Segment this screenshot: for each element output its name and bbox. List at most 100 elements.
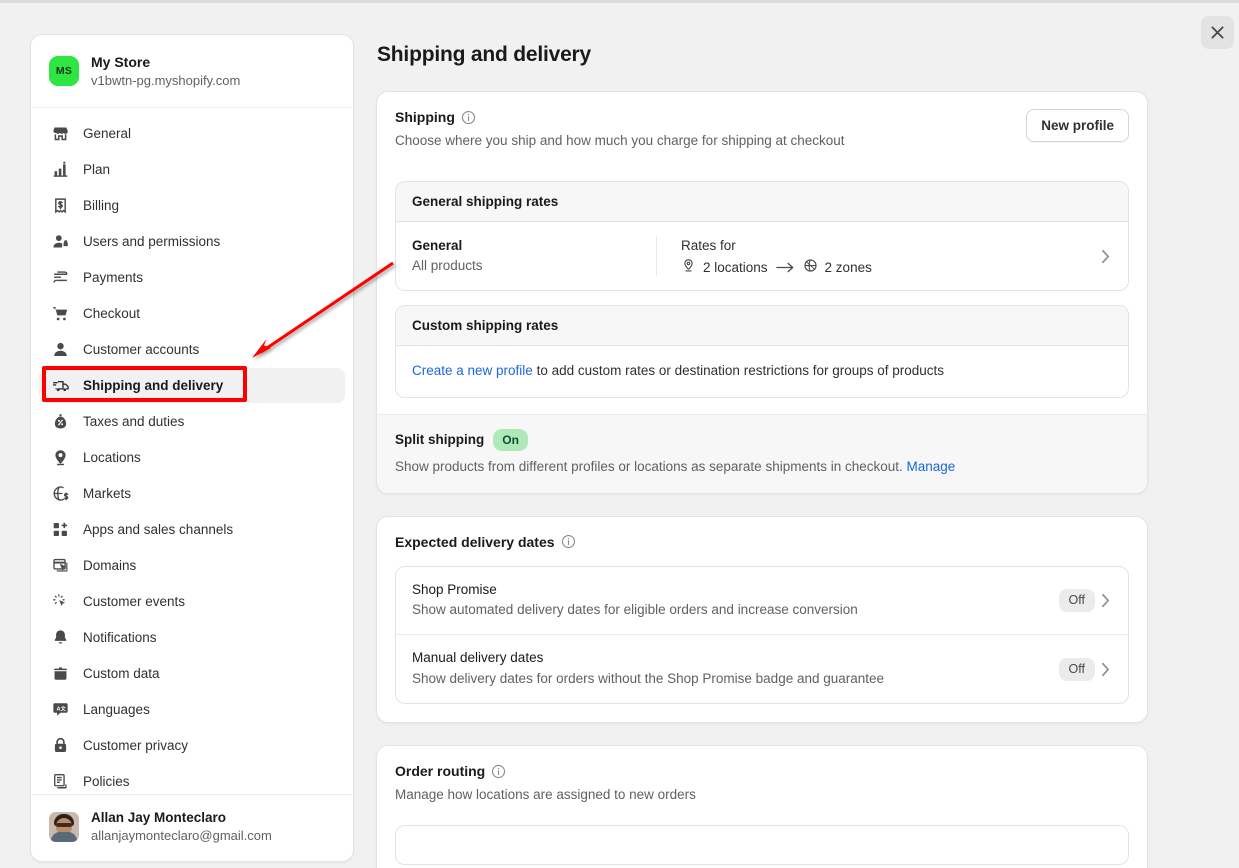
main-content: Shipping and delivery Shipping Choose wh… <box>376 34 1148 868</box>
info-icon[interactable] <box>491 764 506 779</box>
plan-chart-icon <box>51 160 70 179</box>
close-icon <box>1211 26 1224 39</box>
user-name: Allan Jay Monteclaro <box>91 810 227 826</box>
order-routing-list <box>395 825 1129 866</box>
apps-grid-icon <box>51 520 70 539</box>
sidebar-item-label: Languages <box>83 702 150 718</box>
split-shipping-manage-link[interactable]: Manage <box>907 459 956 474</box>
custom-rates-text: to add custom rates or destination restr… <box>532 363 945 379</box>
settings-sidebar: MS My Store v1bwtn-pg.myshopify.com Gene… <box>30 34 354 862</box>
storefront-icon <box>51 124 70 143</box>
sidebar-item-label: Domains <box>83 558 137 574</box>
domains-window-icon <box>51 556 70 575</box>
status-badge: Off <box>1058 657 1095 682</box>
shipping-section-title: Shipping <box>395 109 845 125</box>
close-button[interactable] <box>1201 16 1234 49</box>
custom-data-icon <box>51 664 70 683</box>
sidebar-item-general[interactable]: General <box>39 116 345 151</box>
customer-account-icon <box>51 340 70 359</box>
notification-bell-icon <box>51 628 70 647</box>
window-top-bar <box>0 0 1239 3</box>
payments-card-icon <box>51 268 70 287</box>
expected-delivery-title-text: Expected delivery dates <box>395 533 555 550</box>
sidebar-item-customer-accounts[interactable]: Customer accounts <box>39 332 345 367</box>
shipping-card: Shipping Choose where you ship and how m… <box>376 91 1148 494</box>
sidebar-item-label: Payments <box>83 270 144 286</box>
expected-delivery-dates-card: Expected delivery dates Shop Promise Sho… <box>376 515 1148 724</box>
sidebar-item-customer-events[interactable]: Customer events <box>39 584 345 619</box>
chevron-right-icon[interactable] <box>1095 662 1116 677</box>
sidebar-item-label: Users and permissions <box>83 234 221 250</box>
sidebar-item-plan[interactable]: Plan <box>39 152 345 187</box>
store-avatar: MS <box>49 56 79 87</box>
sidebar-item-label: Checkout <box>83 306 141 322</box>
sidebar-item-taxes-and-duties[interactable]: Taxes and duties <box>39 404 345 439</box>
locations-chip: 2 locations <box>681 258 768 276</box>
delivery-truck-icon <box>51 376 70 395</box>
split-shipping-description: Show products from different profiles or… <box>395 458 1129 477</box>
sidebar-item-languages[interactable]: A文 Languages <box>39 692 345 727</box>
sidebar-item-label: Customer events <box>83 594 186 610</box>
sidebar-item-customer-privacy[interactable]: Customer privacy <box>39 728 345 763</box>
sidebar-item-label: Billing <box>83 198 120 214</box>
location-pin-icon <box>681 258 696 276</box>
general-profile-row[interactable]: General All products Rates for 2 locatio… <box>396 221 1128 291</box>
split-shipping-section: Split shipping On Show products from dif… <box>377 413 1147 493</box>
store-header[interactable]: MS My Store v1bwtn-pg.myshopify.com <box>31 35 353 109</box>
shipping-title-text: Shipping <box>395 109 455 125</box>
sidebar-item-locations[interactable]: Locations <box>39 440 345 475</box>
split-shipping-title: Split shipping <box>395 432 485 448</box>
zones-count: 2 zones <box>824 259 872 275</box>
create-a-new-profile-link[interactable]: Create a new profile <box>412 363 533 378</box>
sidebar-item-label: Plan <box>83 162 111 178</box>
custom-shipping-rates-body: Create a new profile to add custom rates… <box>396 346 1128 397</box>
info-icon[interactable] <box>561 534 576 549</box>
profile-name: General <box>412 237 463 253</box>
store-url: v1bwtn-pg.myshopify.com <box>91 72 241 88</box>
sidebar-item-notifications[interactable]: Notifications <box>39 620 345 655</box>
policies-document-icon <box>51 772 70 791</box>
sidebar-item-users-and-permissions[interactable]: Users and permissions <box>39 224 345 259</box>
sidebar-item-label: Taxes and duties <box>83 414 185 430</box>
sidebar-item-label: Locations <box>83 450 141 466</box>
order-routing-card: Order routing Manage how locations are a… <box>376 745 1148 868</box>
arrow-right-icon <box>775 261 795 274</box>
sidebar-item-checkout[interactable]: Checkout <box>39 296 345 331</box>
sidebar-item-label: Markets <box>83 486 132 502</box>
custom-shipping-rates-card: Custom shipping rates Create a new profi… <box>395 305 1129 398</box>
customer-events-click-icon <box>51 592 70 611</box>
row-description: Show automated delivery dates for eligib… <box>412 602 858 618</box>
sidebar-item-apps-and-sales-channels[interactable]: Apps and sales channels <box>39 512 345 547</box>
split-shipping-status-badge: On <box>493 428 528 451</box>
custom-shipping-rates-header: Custom shipping rates <box>396 306 1128 347</box>
info-icon[interactable] <box>461 110 476 125</box>
sidebar-item-label: Shipping and delivery <box>83 378 224 394</box>
chevron-right-icon[interactable] <box>1095 249 1116 264</box>
sidebar-item-label: Apps and sales channels <box>83 522 234 538</box>
locations-count: 2 locations <box>703 259 768 275</box>
taxes-duties-icon <box>51 412 70 431</box>
new-profile-button[interactable]: New profile <box>1026 109 1129 142</box>
markets-globe-icon <box>803 258 818 276</box>
sidebar-item-shipping-and-delivery[interactable]: Shipping and delivery <box>39 368 345 404</box>
sidebar-item-payments[interactable]: Payments <box>39 260 345 295</box>
sidebar-item-billing[interactable]: Billing <box>39 188 345 223</box>
order-routing-subtitle: Manage how locations are assigned to new… <box>395 787 696 803</box>
billing-receipt-icon <box>51 196 70 215</box>
list-item-shop-promise[interactable]: Shop Promise Show automated delivery dat… <box>396 567 1128 635</box>
checkout-cart-icon <box>51 304 70 323</box>
sidebar-item-markets[interactable]: Markets <box>39 476 345 511</box>
sidebar-item-label: Custom data <box>83 666 160 682</box>
split-shipping-description-text: Show products from different profiles or… <box>395 458 903 474</box>
row-description: Show delivery dates for orders without t… <box>412 671 885 687</box>
chevron-right-icon[interactable] <box>1095 593 1116 608</box>
privacy-lock-icon <box>51 736 70 755</box>
avatar <box>49 812 79 843</box>
user-account-footer[interactable]: Allan Jay Monteclaro allanjaymonteclaro@… <box>31 794 353 861</box>
sidebar-item-label: Customer privacy <box>83 738 189 754</box>
status-badge: Off <box>1058 588 1095 613</box>
sidebar-item-domains[interactable]: Domains <box>39 548 345 583</box>
sidebar-item-custom-data[interactable]: Custom data <box>39 656 345 691</box>
list-item-manual-delivery-dates[interactable]: Manual delivery dates Show delivery date… <box>396 634 1128 703</box>
markets-globe-icon <box>51 484 70 503</box>
